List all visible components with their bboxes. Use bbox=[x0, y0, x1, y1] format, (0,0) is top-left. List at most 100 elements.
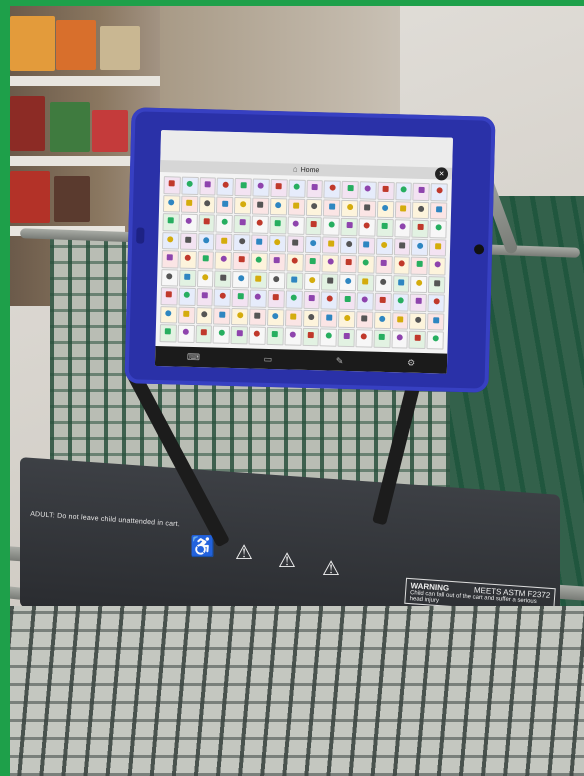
symbol-button[interactable] bbox=[249, 308, 267, 327]
symbol-button[interactable] bbox=[266, 308, 285, 327]
symbol-button[interactable] bbox=[305, 179, 324, 198]
symbol-button[interactable] bbox=[339, 255, 357, 273]
symbol-button[interactable] bbox=[323, 198, 341, 217]
symbol-button[interactable] bbox=[251, 215, 269, 234]
symbol-button[interactable] bbox=[304, 216, 323, 235]
symbol-button[interactable] bbox=[199, 177, 217, 196]
symbol-button[interactable] bbox=[303, 254, 322, 273]
symbol-button[interactable] bbox=[392, 274, 410, 293]
symbol-button[interactable] bbox=[284, 309, 302, 328]
symbol-button[interactable] bbox=[160, 287, 178, 306]
symbol-button[interactable] bbox=[195, 306, 213, 325]
symbol-button[interactable] bbox=[429, 220, 447, 239]
symbol-button[interactable] bbox=[163, 176, 181, 195]
symbol-button[interactable] bbox=[377, 181, 395, 200]
symbol-button[interactable] bbox=[358, 199, 377, 218]
symbol-button[interactable] bbox=[357, 236, 376, 255]
symbol-button[interactable] bbox=[161, 250, 179, 269]
symbol-button[interactable] bbox=[340, 217, 358, 236]
symbol-button[interactable] bbox=[159, 324, 177, 343]
symbol-button[interactable] bbox=[250, 271, 268, 290]
symbol-button[interactable] bbox=[322, 217, 340, 236]
symbol-button[interactable] bbox=[178, 269, 197, 288]
symbol-button[interactable] bbox=[269, 216, 287, 235]
symbol-button[interactable] bbox=[393, 237, 411, 256]
symbol-button[interactable] bbox=[338, 292, 356, 311]
symbol-button[interactable] bbox=[214, 251, 233, 270]
symbol-button[interactable] bbox=[162, 194, 181, 213]
symbol-button[interactable] bbox=[180, 213, 198, 232]
symbol-button[interactable] bbox=[391, 330, 409, 349]
symbol-button[interactable] bbox=[408, 331, 427, 350]
symbol-button[interactable] bbox=[374, 293, 392, 312]
symbol-button[interactable] bbox=[321, 273, 339, 292]
symbol-button[interactable] bbox=[359, 181, 377, 200]
symbol-button[interactable] bbox=[162, 213, 180, 232]
symbol-button[interactable] bbox=[430, 183, 448, 202]
symbol-button[interactable] bbox=[411, 219, 430, 238]
symbol-button[interactable] bbox=[302, 291, 321, 310]
symbol-button[interactable] bbox=[394, 200, 412, 219]
symbol-button[interactable] bbox=[285, 290, 303, 309]
symbol-button[interactable] bbox=[213, 307, 231, 326]
keyboard-icon[interactable]: ⌨ bbox=[187, 351, 200, 362]
symbol-button[interactable] bbox=[284, 327, 302, 346]
symbol-button[interactable] bbox=[320, 291, 339, 310]
symbol-button[interactable] bbox=[215, 214, 234, 233]
symbol-button[interactable] bbox=[411, 238, 429, 257]
symbol-button[interactable] bbox=[323, 180, 341, 199]
symbol-button[interactable] bbox=[286, 235, 304, 254]
symbol-button[interactable] bbox=[287, 197, 305, 216]
symbol-button[interactable] bbox=[161, 231, 180, 250]
symbol-button[interactable] bbox=[215, 233, 233, 252]
symbol-button[interactable] bbox=[233, 215, 251, 234]
symbol-button[interactable] bbox=[412, 182, 430, 201]
symbol-button[interactable] bbox=[177, 306, 196, 325]
symbol-button[interactable] bbox=[355, 329, 373, 348]
symbol-button[interactable] bbox=[304, 235, 322, 254]
symbol-button[interactable] bbox=[251, 197, 270, 216]
chat-icon[interactable]: ▭ bbox=[264, 353, 273, 364]
symbol-button[interactable] bbox=[160, 305, 178, 324]
symbol-button[interactable] bbox=[341, 180, 359, 199]
symbol-button[interactable] bbox=[181, 176, 199, 195]
symbol-button[interactable] bbox=[250, 252, 268, 271]
symbol-button[interactable] bbox=[233, 233, 251, 252]
symbol-button[interactable] bbox=[267, 271, 286, 290]
symbol-button[interactable] bbox=[231, 307, 249, 326]
symbol-button[interactable] bbox=[177, 325, 195, 343]
symbol-button[interactable] bbox=[356, 292, 374, 311]
symbol-button[interactable] bbox=[198, 195, 216, 214]
symbol-button[interactable] bbox=[355, 311, 374, 330]
symbol-button[interactable] bbox=[160, 268, 179, 287]
symbol-button[interactable] bbox=[213, 288, 232, 307]
symbol-button[interactable] bbox=[216, 196, 234, 215]
symbol-button[interactable] bbox=[373, 311, 391, 330]
symbol-button[interactable] bbox=[214, 270, 232, 289]
symbol-button[interactable] bbox=[428, 257, 446, 276]
symbol-button[interactable] bbox=[430, 201, 448, 220]
pencil-icon[interactable]: ✎ bbox=[336, 355, 344, 366]
symbol-button[interactable] bbox=[266, 327, 284, 346]
symbol-button[interactable] bbox=[391, 293, 410, 312]
symbol-button[interactable] bbox=[195, 325, 213, 344]
symbol-button[interactable] bbox=[394, 182, 413, 201]
symbol-button[interactable] bbox=[357, 255, 375, 274]
symbol-button[interactable] bbox=[198, 214, 216, 233]
symbol-button[interactable] bbox=[410, 256, 429, 275]
symbol-button[interactable] bbox=[391, 312, 409, 331]
symbol-button[interactable] bbox=[301, 328, 320, 347]
symbol-button[interactable] bbox=[305, 198, 323, 217]
symbol-button[interactable] bbox=[428, 275, 446, 294]
symbol-button[interactable] bbox=[232, 270, 250, 289]
symbol-button[interactable] bbox=[250, 234, 269, 253]
symbol-button[interactable] bbox=[267, 290, 285, 309]
symbol-button[interactable] bbox=[179, 250, 197, 269]
symbol-button[interactable] bbox=[285, 272, 303, 291]
symbol-button[interactable] bbox=[393, 219, 412, 238]
symbol-button[interactable] bbox=[358, 218, 376, 237]
symbol-button[interactable] bbox=[288, 179, 306, 198]
symbol-button[interactable] bbox=[179, 232, 198, 251]
symbol-button[interactable] bbox=[412, 201, 430, 220]
symbol-button[interactable] bbox=[270, 178, 288, 197]
